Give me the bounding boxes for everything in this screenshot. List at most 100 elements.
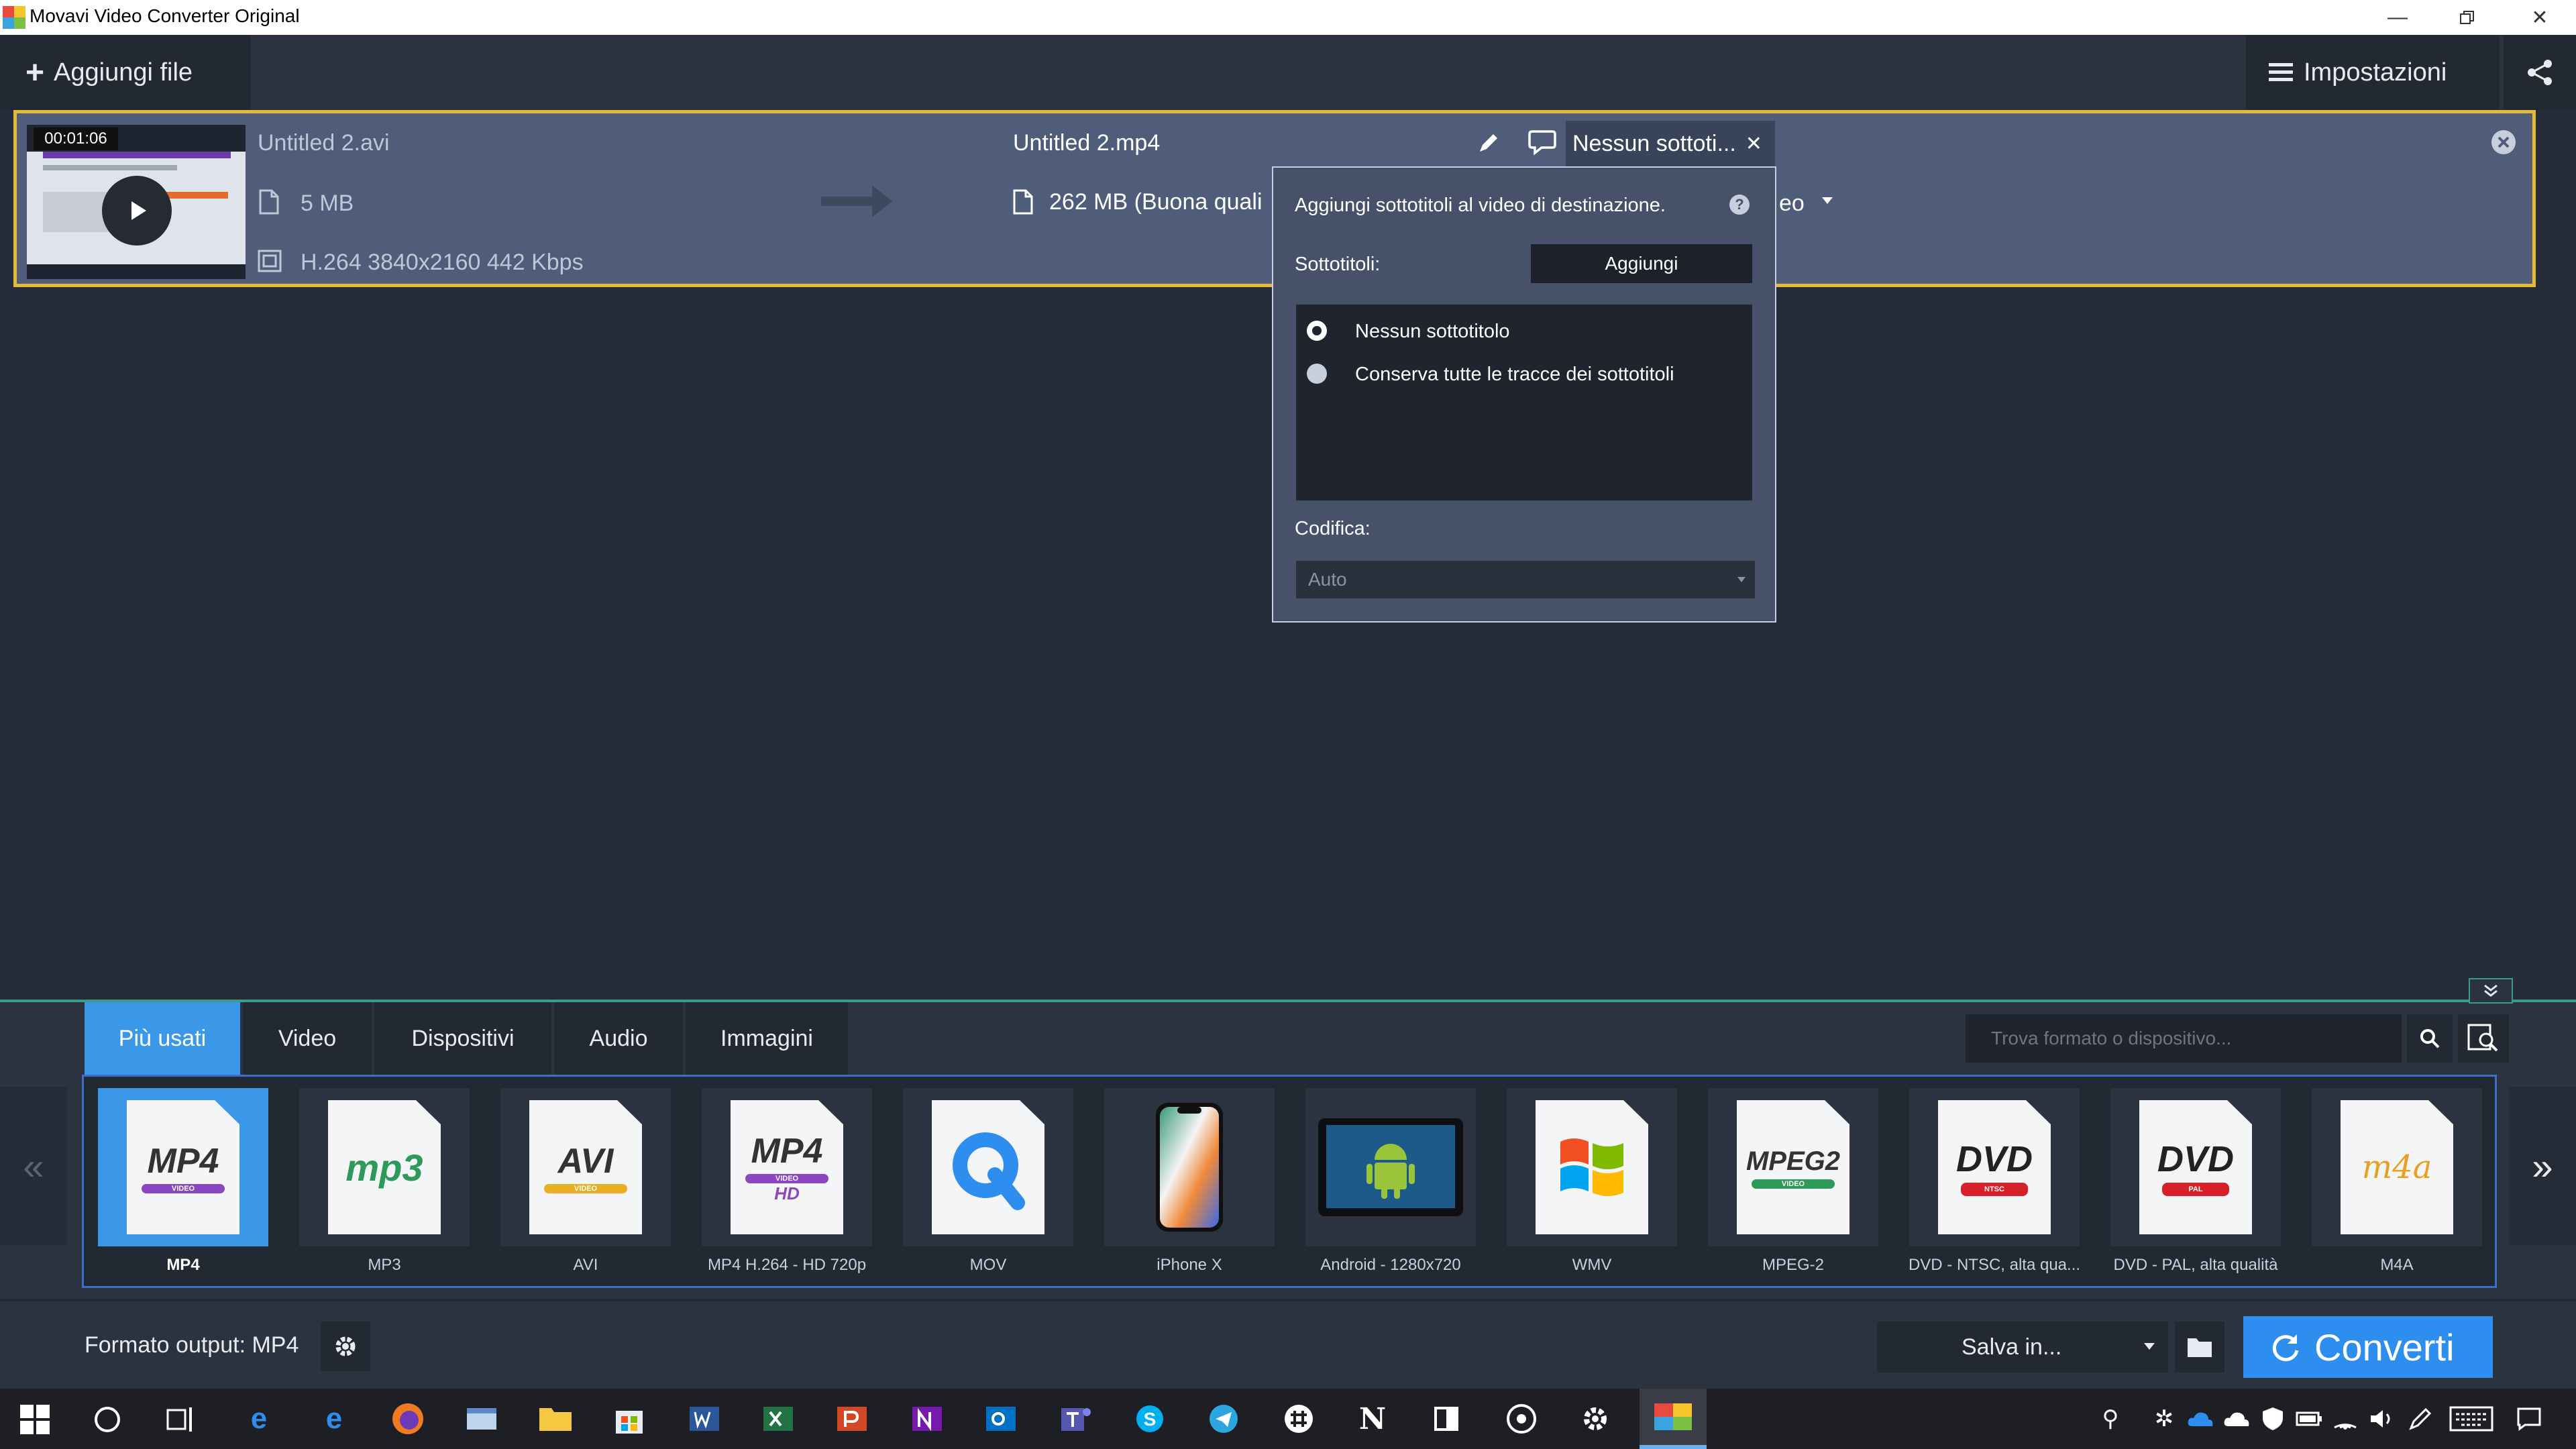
notion-icon[interactable]: N	[1351, 1397, 1394, 1440]
format-card-m4a[interactable]: m4a	[2312, 1088, 2482, 1246]
tab-video[interactable]: Video	[243, 1002, 372, 1075]
tab-devices[interactable]: Dispositivi	[374, 1002, 551, 1075]
tab-images[interactable]: Immagini	[686, 1002, 848, 1075]
edge-icon[interactable]: e	[237, 1397, 280, 1440]
chevron-down-icon[interactable]	[1821, 196, 1834, 205]
movavi-taskbar-button[interactable]	[1640, 1389, 1707, 1449]
convert-label: Converti	[2314, 1326, 2455, 1368]
format-card-dvd-pal[interactable]: DVD PAL	[2110, 1088, 2281, 1246]
minimize-button[interactable]: —	[2364, 0, 2431, 35]
option-keep-all-tracks[interactable]: Conserva tutte le tracce dei sottotitoli	[1355, 364, 1674, 386]
pen-icon[interactable]	[2399, 1397, 2442, 1440]
play-button[interactable]	[102, 176, 172, 246]
scroll-left-button[interactable]: «	[0, 1087, 67, 1245]
option-no-subtitle[interactable]: Nessun sottotitolo	[1355, 321, 1510, 343]
scroll-right-button[interactable]: »	[2509, 1087, 2576, 1245]
edit-icon[interactable]	[1476, 131, 1500, 156]
file-explorer-drive-icon[interactable]	[460, 1397, 503, 1440]
onenote-icon[interactable]	[906, 1397, 949, 1440]
open-folder-button[interactable]	[2175, 1322, 2224, 1373]
help-icon[interactable]: ?	[1729, 195, 1750, 215]
double-chevron-right-icon: »	[2532, 1144, 2553, 1187]
format-card-mp3[interactable]: mp3	[299, 1088, 470, 1246]
arrow-right-icon	[821, 185, 892, 217]
format-card-mp4-hd[interactable]: MP4 VIDEO HD	[702, 1088, 872, 1246]
format-label-mp3: MP3	[368, 1256, 401, 1274]
excel-icon[interactable]	[757, 1397, 800, 1440]
format-card-wmv[interactable]	[1507, 1088, 1677, 1246]
radio-no-subtitle[interactable]	[1307, 321, 1327, 341]
source-file-name: Untitled 2.avi	[258, 130, 390, 156]
close-window-button[interactable]: ✕	[2506, 0, 2573, 35]
output-settings-button[interactable]	[321, 1322, 370, 1371]
iphone-icon	[1156, 1103, 1223, 1232]
windows-start-icon[interactable]	[20, 1405, 50, 1434]
restore-icon	[2460, 11, 2474, 24]
add-files-label: Aggiungi file	[54, 58, 193, 87]
format-card-mp4[interactable]: MP4 VIDEO	[98, 1088, 268, 1246]
remove-file-icon[interactable]	[2490, 129, 2517, 156]
powerpoint-icon[interactable]	[830, 1397, 873, 1440]
notifications-icon[interactable]	[2508, 1397, 2551, 1440]
people-icon[interactable]: ⚲	[2089, 1397, 2132, 1440]
internet-explorer-icon[interactable]: e	[313, 1397, 356, 1440]
outlook-icon[interactable]	[979, 1397, 1022, 1440]
media-app-icon[interactable]	[1500, 1397, 1543, 1440]
folder-taskbar-icon[interactable]	[534, 1397, 577, 1440]
volume-icon[interactable]	[2360, 1397, 2403, 1440]
subtitles-icon[interactable]	[1528, 129, 1556, 156]
tab-most-used[interactable]: Più usati	[85, 1002, 240, 1075]
slack-icon[interactable]	[1277, 1397, 1320, 1440]
encoding-value: Auto	[1308, 569, 1347, 590]
format-label-android: Android - 1280x720	[1320, 1256, 1461, 1274]
collapse-panel-button[interactable]	[2469, 978, 2513, 1004]
refresh-icon	[2272, 1334, 2299, 1362]
task-view-icon[interactable]	[165, 1405, 196, 1434]
m4a-icon: m4a	[2341, 1100, 2453, 1234]
encoding-select[interactable]: Auto	[1296, 561, 1755, 598]
firefox-icon[interactable]	[386, 1397, 429, 1440]
settings-taskbar-icon[interactable]	[1574, 1397, 1617, 1440]
skype-icon[interactable]: S	[1128, 1397, 1171, 1440]
detect-device-button[interactable]	[2458, 1014, 2509, 1063]
format-label-wmv: WMV	[1572, 1256, 1612, 1274]
radio-keep-all-tracks[interactable]	[1307, 364, 1327, 384]
format-label-iphone-x: iPhone X	[1157, 1256, 1222, 1274]
maximize-button[interactable]	[2434, 0, 2501, 35]
subtitle-selected-value: Nessun sottoti...	[1572, 130, 1736, 156]
dvd-pal-icon: DVD PAL	[2139, 1100, 2252, 1234]
audio-track-value[interactable]: eo	[1779, 191, 1805, 217]
format-card-android[interactable]	[1305, 1088, 1476, 1246]
store-icon[interactable]	[608, 1397, 651, 1440]
add-files-button[interactable]: + Aggiungi file	[0, 35, 251, 110]
add-subtitle-button[interactable]: Aggiungi	[1531, 244, 1752, 283]
convert-button[interactable]: Converti	[2243, 1316, 2493, 1378]
movavi-logo-icon	[3, 6, 25, 29]
save-in-select[interactable]: Salva in...	[1877, 1322, 2168, 1373]
subtitle-selector[interactable]: Nessun sottoti... ✕	[1566, 121, 1775, 166]
video-thumbnail[interactable]: 00:01:06	[27, 125, 246, 279]
tab-audio[interactable]: Audio	[554, 1002, 683, 1075]
output-file-size[interactable]: 262 MB (Buona quali	[1049, 189, 1271, 215]
share-button[interactable]	[2504, 35, 2576, 110]
keyboard-icon[interactable]	[2445, 1397, 2498, 1440]
close-icon: ✕	[2531, 6, 2548, 29]
format-card-mov[interactable]	[903, 1088, 1073, 1246]
teams-icon[interactable]	[1055, 1397, 1097, 1440]
search-circle-icon[interactable]	[93, 1405, 122, 1434]
format-card-dvd-ntsc[interactable]: DVD NTSC	[1909, 1088, 2080, 1246]
clear-subtitle-icon[interactable]: ✕	[1746, 132, 1762, 156]
format-card-iphone-x[interactable]	[1104, 1088, 1275, 1246]
format-label-mp4: MP4	[166, 1256, 200, 1274]
search-button[interactable]	[2407, 1014, 2453, 1063]
telegram-icon[interactable]	[1202, 1397, 1245, 1440]
format-card-mpeg2[interactable]: MPEG2 VIDEO	[1708, 1088, 1878, 1246]
output-file-name[interactable]: Untitled 2.mp4	[1013, 130, 1160, 156]
format-label-mpeg2: MPEG-2	[1762, 1256, 1824, 1274]
app-panel-icon[interactable]	[1425, 1397, 1468, 1440]
format-card-avi[interactable]: AVI VIDEO	[500, 1088, 671, 1246]
format-label-mov: MOV	[969, 1256, 1007, 1274]
settings-button[interactable]: Impostazioni	[2246, 35, 2500, 110]
word-icon[interactable]	[683, 1397, 726, 1440]
format-search-input[interactable]	[1966, 1014, 2402, 1063]
